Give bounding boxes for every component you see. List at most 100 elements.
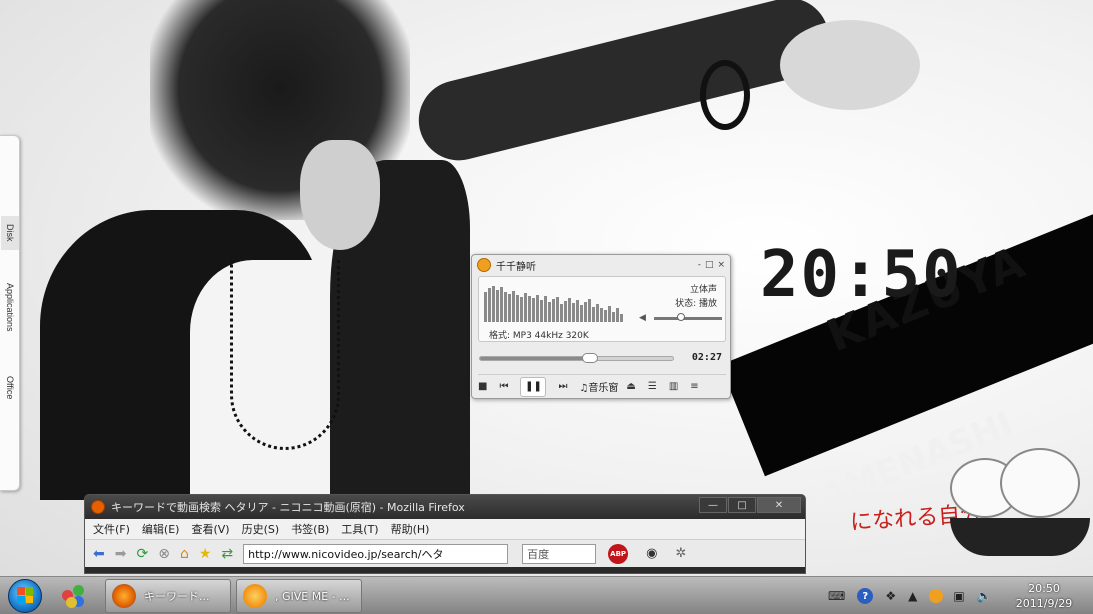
spectrum-bar [568,298,571,322]
back-arrow-icon[interactable]: ⬅ [93,546,105,562]
player-title: 千千静听 [496,261,536,273]
menu-help[interactable]: 帮助(H) [391,521,430,537]
spectrum-bar [484,292,487,322]
menu-history[interactable]: 历史(S) [242,521,280,537]
help-icon[interactable]: ? [857,588,874,604]
taskbar-clock-date: 2011/9/29 [1015,597,1073,610]
menu-edit[interactable]: 编辑(E) [142,521,180,537]
spectrum-bar [516,295,519,322]
firefox-title: キーワードで動画検索 ヘタリア - ニコニコ動画(原宿) - Mozilla F… [111,501,465,514]
tray-music-player-icon[interactable] [929,589,944,603]
wallpaper-necklace [230,260,340,450]
music-library-label: 音乐窗 [588,383,619,394]
camera-icon[interactable]: ◉ [646,546,657,561]
bookmark-star-icon[interactable]: ★ [199,546,212,562]
menu-tools[interactable]: 工具(T) [341,521,378,537]
spectrum-bar [548,302,551,322]
player-format-label: 格式: MP3 44kHz 320K [489,331,589,341]
wallpaper-bracelet [700,60,750,130]
firefox-navbar: ⬅ ➡ ⟳ ⊗ ⌂ ★ ⇄ http://www.nicovideo.jp/se… [85,539,805,567]
seek-bar-knob[interactable] [582,353,599,363]
keyboard-icon[interactable]: ⌨ [828,589,845,603]
clock-widget: 20:50 [760,238,963,312]
speaker-icon[interactable]: 🔈 [977,589,992,603]
spectrum-bar [524,293,527,322]
taskbar-item-firefox[interactable]: キーワード... [105,579,231,613]
spectrum-bar [544,296,547,322]
dock-item-applications[interactable]: Applications [1,272,19,342]
spectrum-bar [604,310,607,322]
firefox-icon [112,584,136,608]
home-icon[interactable]: ⌂ [180,546,189,562]
firefox-close-button[interactable]: ✕ [757,497,801,513]
music-library-button[interactable]: ♫音乐窗 [579,379,618,394]
player-restore-button[interactable]: □ [705,260,714,270]
firefox-window: キーワードで動画検索 ヘタリア - ニコニコ動画(原宿) - Mozilla F… [84,494,806,574]
show-hidden-icons-arrow-icon[interactable]: ▲ [908,589,917,603]
system-tray: ⌨ ? ❖ ▲ ▣ 🔈 [828,577,1004,614]
network-icon[interactable]: ▣ [953,589,964,603]
player-close-button[interactable]: × [717,260,725,270]
player-controls: ■ ⏮ ❚❚ ⏭ ♫音乐窗 ⏏ ☰ ▥ ≡ [478,374,726,397]
player-logo-icon [477,258,491,272]
equalizer-icon[interactable]: ▥ [669,381,678,392]
reload-icon[interactable]: ⟳ [136,546,148,562]
player-time: 02:27 [691,352,722,363]
stop-icon[interactable]: ⊗ [158,546,170,562]
sync-icon[interactable]: ⇄ [221,546,233,562]
firefox-titlebar[interactable]: キーワードで動画検索 ヘタリア - ニコニコ動画(原宿) - Mozilla F… [85,495,805,519]
spectrum-bar [580,305,583,322]
dock-item-office[interactable]: Office [1,370,19,406]
player-minimize-button[interactable]: - [698,260,701,270]
player-status-label: 状态: 播放 [675,299,717,309]
dock-item-disk[interactable]: Disk [1,216,19,250]
playlist-icon[interactable]: ☰ [648,381,657,392]
taskbar-item-label: キーワード... [144,590,210,603]
eject-icon[interactable]: ⏏ [626,381,635,392]
spectrum-bar [584,302,587,322]
spectrum-bar [564,301,567,322]
sticky-note-icon[interactable]: ❖ [885,589,896,603]
volume-slider[interactable] [654,317,722,320]
wallpaper-figure-hand [780,20,920,110]
firefox-maximize-button[interactable]: □ [728,497,756,513]
quick-launch-clover-icon[interactable] [62,585,84,608]
gear-icon[interactable]: ✲ [675,546,686,561]
stop-icon[interactable]: ■ [478,381,487,392]
firefox-logo-icon [91,500,105,514]
next-icon[interactable]: ⏭ [558,381,567,392]
adblock-plus-icon[interactable]: ABP [608,543,629,564]
spectrum-bar [532,298,535,322]
spectrum-bar [616,308,619,322]
player-mode-label: 立体声 [689,285,717,295]
spectrum-bar [612,312,615,322]
spectrum-bar [608,306,611,322]
taskbar-item-label: , GIVE ME - ... [275,589,350,603]
spectrum-bar [496,290,499,322]
spectrum-bar [528,296,531,322]
spectrum-bar [588,299,591,322]
taskbar-clock[interactable]: 20:50 2011/9/29 [1005,581,1083,611]
taskbar: キーワード... , GIVE ME - ... ⌨ ? ❖ ▲ ▣ 🔈 20:… [0,576,1093,614]
spectrum-bar [592,307,595,322]
url-bar[interactable]: http://www.nicovideo.jp/search/ヘタ [243,543,509,564]
firefox-minimize-button[interactable]: — [699,497,727,513]
taskbar-item-player[interactable]: , GIVE ME - ... [236,579,362,613]
spectrum-bar [560,304,563,322]
taskbar-clock-time: 20:50 [1028,582,1060,595]
seek-bar[interactable] [479,356,674,361]
forward-arrow-icon[interactable]: ➡ [115,546,127,562]
spectrum-bar [520,297,523,322]
player-titlebar[interactable]: 千千静听 - □ × [472,255,730,275]
previous-icon[interactable]: ⏮ [499,381,508,392]
spectrum-bar [508,294,511,322]
search-input[interactable]: 百度 [522,543,597,564]
menu-file[interactable]: 文件(F) [93,521,130,537]
spectrum-bar [504,292,507,322]
menu-icon[interactable]: ≡ [690,381,698,392]
volume-icon[interactable]: ◀ [639,313,646,323]
menu-view[interactable]: 查看(V) [191,521,229,537]
pause-button[interactable]: ❚❚ [520,376,547,397]
spectrum-bar [596,304,599,322]
menu-bookmarks[interactable]: 书签(B) [291,521,329,537]
